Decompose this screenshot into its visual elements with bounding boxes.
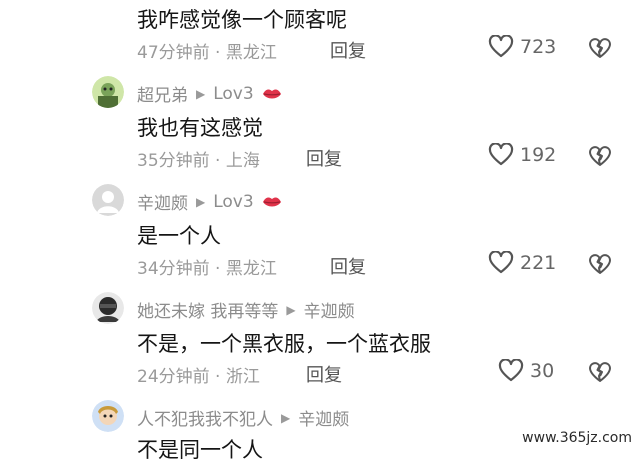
heart-outline-icon xyxy=(488,143,514,166)
red-lips-icon xyxy=(262,88,281,98)
triangle-right-icon: ▶ xyxy=(281,410,291,425)
like-count: 723 xyxy=(520,36,557,58)
comment-text: 是一个人 xyxy=(137,224,221,248)
reply-button[interactable]: 回复 xyxy=(330,37,366,63)
reply-button[interactable]: 回复 xyxy=(306,145,342,171)
avatar[interactable] xyxy=(92,400,124,432)
like-button[interactable]: 192 xyxy=(488,143,556,167)
heart-outline-icon xyxy=(488,251,514,274)
comment-meta: 24分钟前 · 浙江 xyxy=(137,367,260,387)
like-count: 192 xyxy=(520,144,557,166)
comment-text: 我也有这感觉 xyxy=(137,116,263,140)
username[interactable]: 她还未嫁 我再等等 xyxy=(137,297,278,322)
username[interactable]: 人不犯我我不犯人 xyxy=(137,405,273,430)
heart-outline-icon xyxy=(498,359,524,382)
avatar[interactable] xyxy=(92,76,124,108)
broken-heart-icon[interactable] xyxy=(588,37,612,59)
reply-button[interactable]: 回复 xyxy=(306,361,342,387)
triangle-right-icon: ▶ xyxy=(196,194,206,209)
comment-username-row: 辛迦颇 ▶ Lov3 xyxy=(137,189,282,214)
comment-text: 不是，一个黑衣服，一个蓝衣服 xyxy=(137,332,431,356)
avatar[interactable] xyxy=(92,292,124,324)
broken-heart-icon[interactable] xyxy=(588,145,612,167)
broken-heart-icon[interactable] xyxy=(588,253,612,275)
reply-to-username[interactable]: 辛迦颇 xyxy=(298,405,349,430)
comment-meta: 35分钟前 · 上海 xyxy=(137,151,260,171)
watermark: www.365jz.com xyxy=(522,430,632,446)
reply-button[interactable]: 回复 xyxy=(330,253,366,279)
comment-meta: 47分钟前 · 黑龙江 xyxy=(137,43,277,63)
like-count: 30 xyxy=(530,360,555,382)
comment-meta: 34分钟前 · 黑龙江 xyxy=(137,259,277,279)
comment-username-row: 她还未嫁 我再等等 ▶ 辛迦颇 xyxy=(137,297,355,322)
comment-username-row: 人不犯我我不犯人 ▶ 辛迦颇 xyxy=(137,405,349,430)
user-level: Lov3 xyxy=(213,191,254,212)
like-button[interactable]: 723 xyxy=(488,35,556,59)
like-button[interactable]: 30 xyxy=(498,359,554,383)
avatar[interactable] xyxy=(92,184,124,216)
comment-text: 不是同一个人 xyxy=(137,438,263,462)
username[interactable]: 超兄弟 xyxy=(137,81,188,106)
like-count: 221 xyxy=(520,252,557,274)
user-level: Lov3 xyxy=(213,83,254,104)
triangle-right-icon: ▶ xyxy=(286,302,296,317)
triangle-right-icon: ▶ xyxy=(196,86,206,101)
heart-outline-icon xyxy=(488,35,514,58)
reply-to-username[interactable]: 辛迦颇 xyxy=(304,297,355,322)
like-button[interactable]: 221 xyxy=(488,251,556,275)
comment-username-row: 超兄弟 ▶ Lov3 xyxy=(137,81,282,106)
comment-text: 我咋感觉像一个顾客呢 xyxy=(137,8,347,32)
username[interactable]: 辛迦颇 xyxy=(137,189,188,214)
broken-heart-icon[interactable] xyxy=(588,361,612,383)
red-lips-icon xyxy=(262,196,281,206)
